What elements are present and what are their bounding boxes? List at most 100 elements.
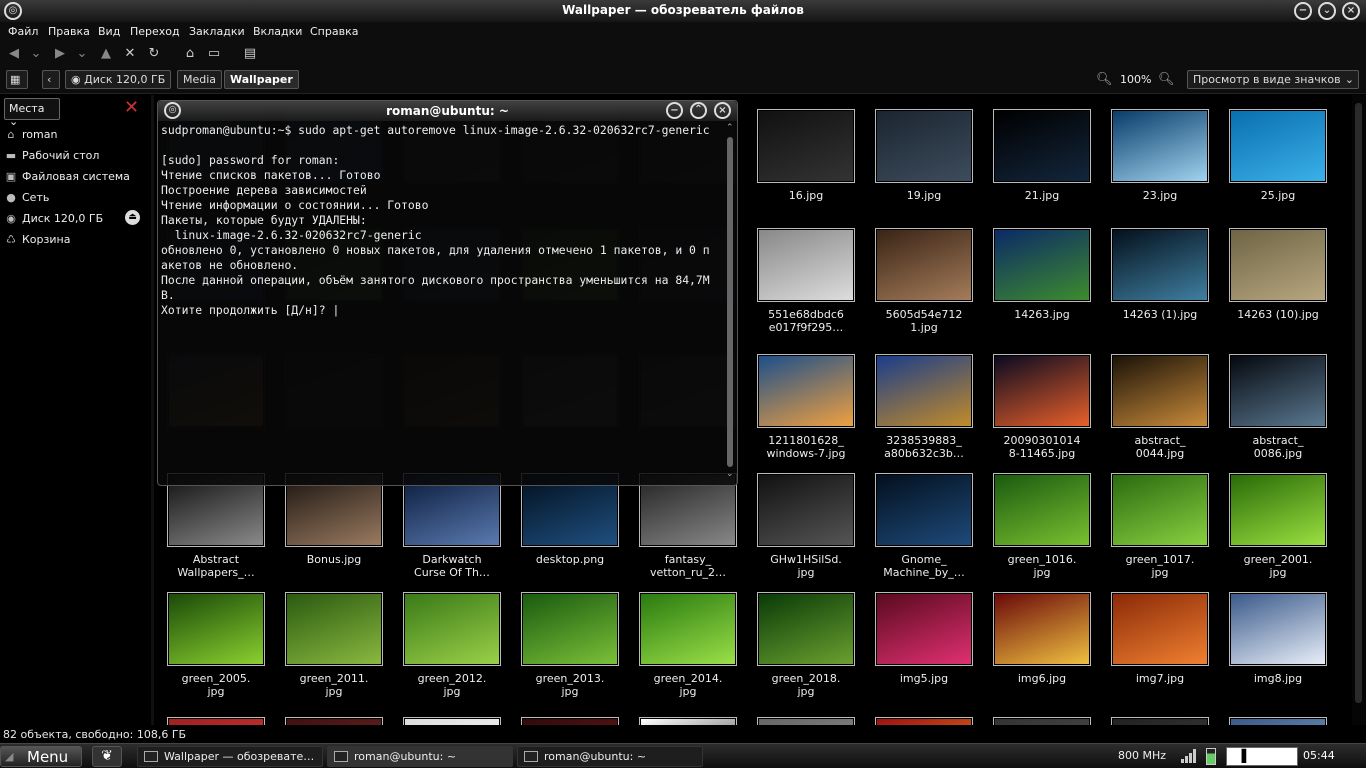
reload-icon[interactable]: ↻: [146, 46, 162, 62]
file-thumbnail[interactable]: [403, 592, 501, 666]
file-name[interactable]: img7.jpg: [1102, 672, 1218, 685]
scroll-up-icon[interactable]: ⌃: [726, 123, 734, 133]
file-thumbnail[interactable]: [1111, 717, 1209, 725]
menu-edit[interactable]: Правка: [48, 25, 90, 38]
file-name[interactable]: img8.jpg: [1220, 672, 1336, 685]
zoom-level[interactable]: 100%: [1120, 73, 1151, 86]
file-name[interactable]: desktop.png: [512, 553, 628, 566]
menu-tabs[interactable]: Вкладки: [253, 25, 302, 38]
close-sidebar-icon[interactable]: ✕: [124, 99, 139, 117]
back-icon[interactable]: ◀: [6, 46, 22, 62]
sidebar-splitter[interactable]: [151, 95, 154, 725]
file-name[interactable]: green_2001. jpg: [1220, 553, 1336, 579]
eject-icon[interactable]: ⏏: [125, 210, 140, 225]
file-thumbnail[interactable]: [993, 592, 1091, 666]
file-thumbnail[interactable]: [757, 592, 855, 666]
file-name[interactable]: 20090301014 8-11465.jpg: [984, 434, 1100, 460]
file-thumbnail[interactable]: [993, 228, 1091, 302]
back-history-chevron-icon[interactable]: ⌄: [28, 46, 44, 62]
terminal-window[interactable]: ◎ roman@ubuntu: ~ − ⌃ × sudproman@ubuntu…: [157, 100, 738, 486]
breadcrumb-media[interactable]: Media: [177, 70, 223, 89]
file-thumbnail[interactable]: [1111, 473, 1209, 547]
zoom-in-icon[interactable]: 🔍︎: [1158, 72, 1175, 87]
battery-icon[interactable]: [1206, 748, 1216, 765]
icon-view-scrollbar[interactable]: [1352, 95, 1366, 725]
file-thumbnail[interactable]: [875, 354, 973, 428]
menu-view[interactable]: Вид: [98, 25, 120, 38]
toggle-path-icon[interactable]: ▦: [6, 70, 28, 89]
file-name[interactable]: GHw1HSilSd. jpg: [748, 553, 864, 579]
forward-history-chevron-icon[interactable]: ⌄: [74, 46, 90, 62]
file-name[interactable]: abstract_ 0044.jpg: [1102, 434, 1218, 460]
cpu-frequency[interactable]: 800 MHz: [1118, 749, 1166, 762]
file-name[interactable]: 1211801628_ windows-7.jpg: [748, 434, 864, 460]
notification-area[interactable]: ▐: [1226, 747, 1298, 766]
scroll-down-icon[interactable]: ⌄: [726, 469, 734, 479]
file-thumbnail[interactable]: [875, 717, 973, 725]
file-name[interactable]: 14263 (1).jpg: [1102, 308, 1218, 321]
file-thumbnail[interactable]: [757, 228, 855, 302]
place-trash[interactable]: ♺ Корзина: [0, 230, 150, 250]
file-name[interactable]: abstract_ 0086.jpg: [1220, 434, 1336, 460]
file-thumbnail[interactable]: [167, 592, 265, 666]
file-name[interactable]: 23.jpg: [1102, 189, 1218, 202]
place-desktop[interactable]: ▬ Рабочий стол: [0, 146, 150, 166]
file-thumbnail[interactable]: [757, 473, 855, 547]
file-name[interactable]: green_1016. jpg: [984, 553, 1100, 579]
menu-go[interactable]: Переход: [130, 25, 180, 38]
file-name[interactable]: Bonus.jpg: [276, 553, 392, 566]
home-icon[interactable]: ⌂: [182, 46, 198, 62]
place-disk[interactable]: ◉ Диск 120,0 ГБ ⏏: [0, 209, 150, 229]
file-thumbnail[interactable]: [403, 717, 501, 725]
task-file-manager[interactable]: Wallpaper — обозревате…: [137, 746, 323, 767]
file-thumbnail[interactable]: [875, 109, 973, 183]
breadcrumb-left-icon[interactable]: ‹: [42, 70, 60, 89]
file-name[interactable]: 14263.jpg: [984, 308, 1100, 321]
file-thumbnail[interactable]: [1111, 109, 1209, 183]
view-mode-select[interactable]: Просмотр в виде значков ⌄: [1187, 70, 1359, 89]
breadcrumb-disk[interactable]: ◉ Диск 120,0 ГБ: [65, 70, 172, 89]
scrollbar-thumb[interactable]: [1355, 103, 1362, 703]
file-thumbnail[interactable]: [167, 717, 265, 725]
minimize-button[interactable]: −: [1294, 2, 1312, 20]
file-name[interactable]: green_1017. jpg: [1102, 553, 1218, 579]
file-thumbnail[interactable]: [993, 717, 1091, 725]
file-thumbnail[interactable]: [1229, 354, 1327, 428]
file-name[interactable]: 551e68dbdc6 e017f9f295…: [748, 308, 864, 334]
places-selector[interactable]: Места ⌄: [4, 98, 60, 128]
task-terminal-2[interactable]: roman@ubuntu: ~: [517, 746, 703, 767]
terminal-maximize-button[interactable]: ⌃: [690, 102, 707, 119]
signal-icon[interactable]: [1181, 749, 1197, 763]
file-name[interactable]: fantasy_ vetton_ru_2…: [630, 553, 746, 579]
terminal-output[interactable]: sudproman@ubuntu:~$ sudo apt-get autorem…: [161, 123, 723, 485]
zoom-out-icon[interactable]: 🔍︎: [1096, 72, 1113, 87]
file-thumbnail[interactable]: [285, 717, 383, 725]
file-name[interactable]: green_2014. jpg: [630, 672, 746, 698]
file-thumbnail[interactable]: [1111, 228, 1209, 302]
place-home[interactable]: ⌂ roman: [0, 125, 150, 145]
file-thumbnail[interactable]: [1229, 109, 1327, 183]
file-name[interactable]: green_2012. jpg: [394, 672, 510, 698]
terminal-close-button[interactable]: ×: [714, 102, 731, 119]
task-terminal-1[interactable]: roman@ubuntu: ~: [327, 746, 513, 767]
place-network[interactable]: ● Сеть: [0, 188, 150, 208]
file-name[interactable]: Darkwatch Curse Of Th…: [394, 553, 510, 579]
place-filesystem[interactable]: ▣ Файловая система: [0, 167, 150, 187]
file-thumbnail[interactable]: [285, 592, 383, 666]
file-name[interactable]: 21.jpg: [984, 189, 1100, 202]
file-name[interactable]: 14263 (10).jpg: [1220, 308, 1336, 321]
menu-bookmarks[interactable]: Закладки: [189, 25, 245, 38]
file-name[interactable]: green_2018. jpg: [748, 672, 864, 698]
menu-file[interactable]: Файл: [8, 25, 38, 38]
file-thumbnail[interactable]: [1229, 473, 1327, 547]
file-name[interactable]: green_2011. jpg: [276, 672, 392, 698]
file-thumbnail[interactable]: [993, 354, 1091, 428]
file-name[interactable]: green_2013. jpg: [512, 672, 628, 698]
search-icon[interactable]: ▤: [242, 46, 258, 62]
file-thumbnail[interactable]: [993, 473, 1091, 547]
file-thumbnail[interactable]: [875, 228, 973, 302]
file-thumbnail[interactable]: [639, 717, 737, 725]
file-name[interactable]: 5605d54e712 1.jpg: [866, 308, 982, 334]
file-thumbnail[interactable]: [521, 717, 619, 725]
file-thumbnail[interactable]: [757, 354, 855, 428]
